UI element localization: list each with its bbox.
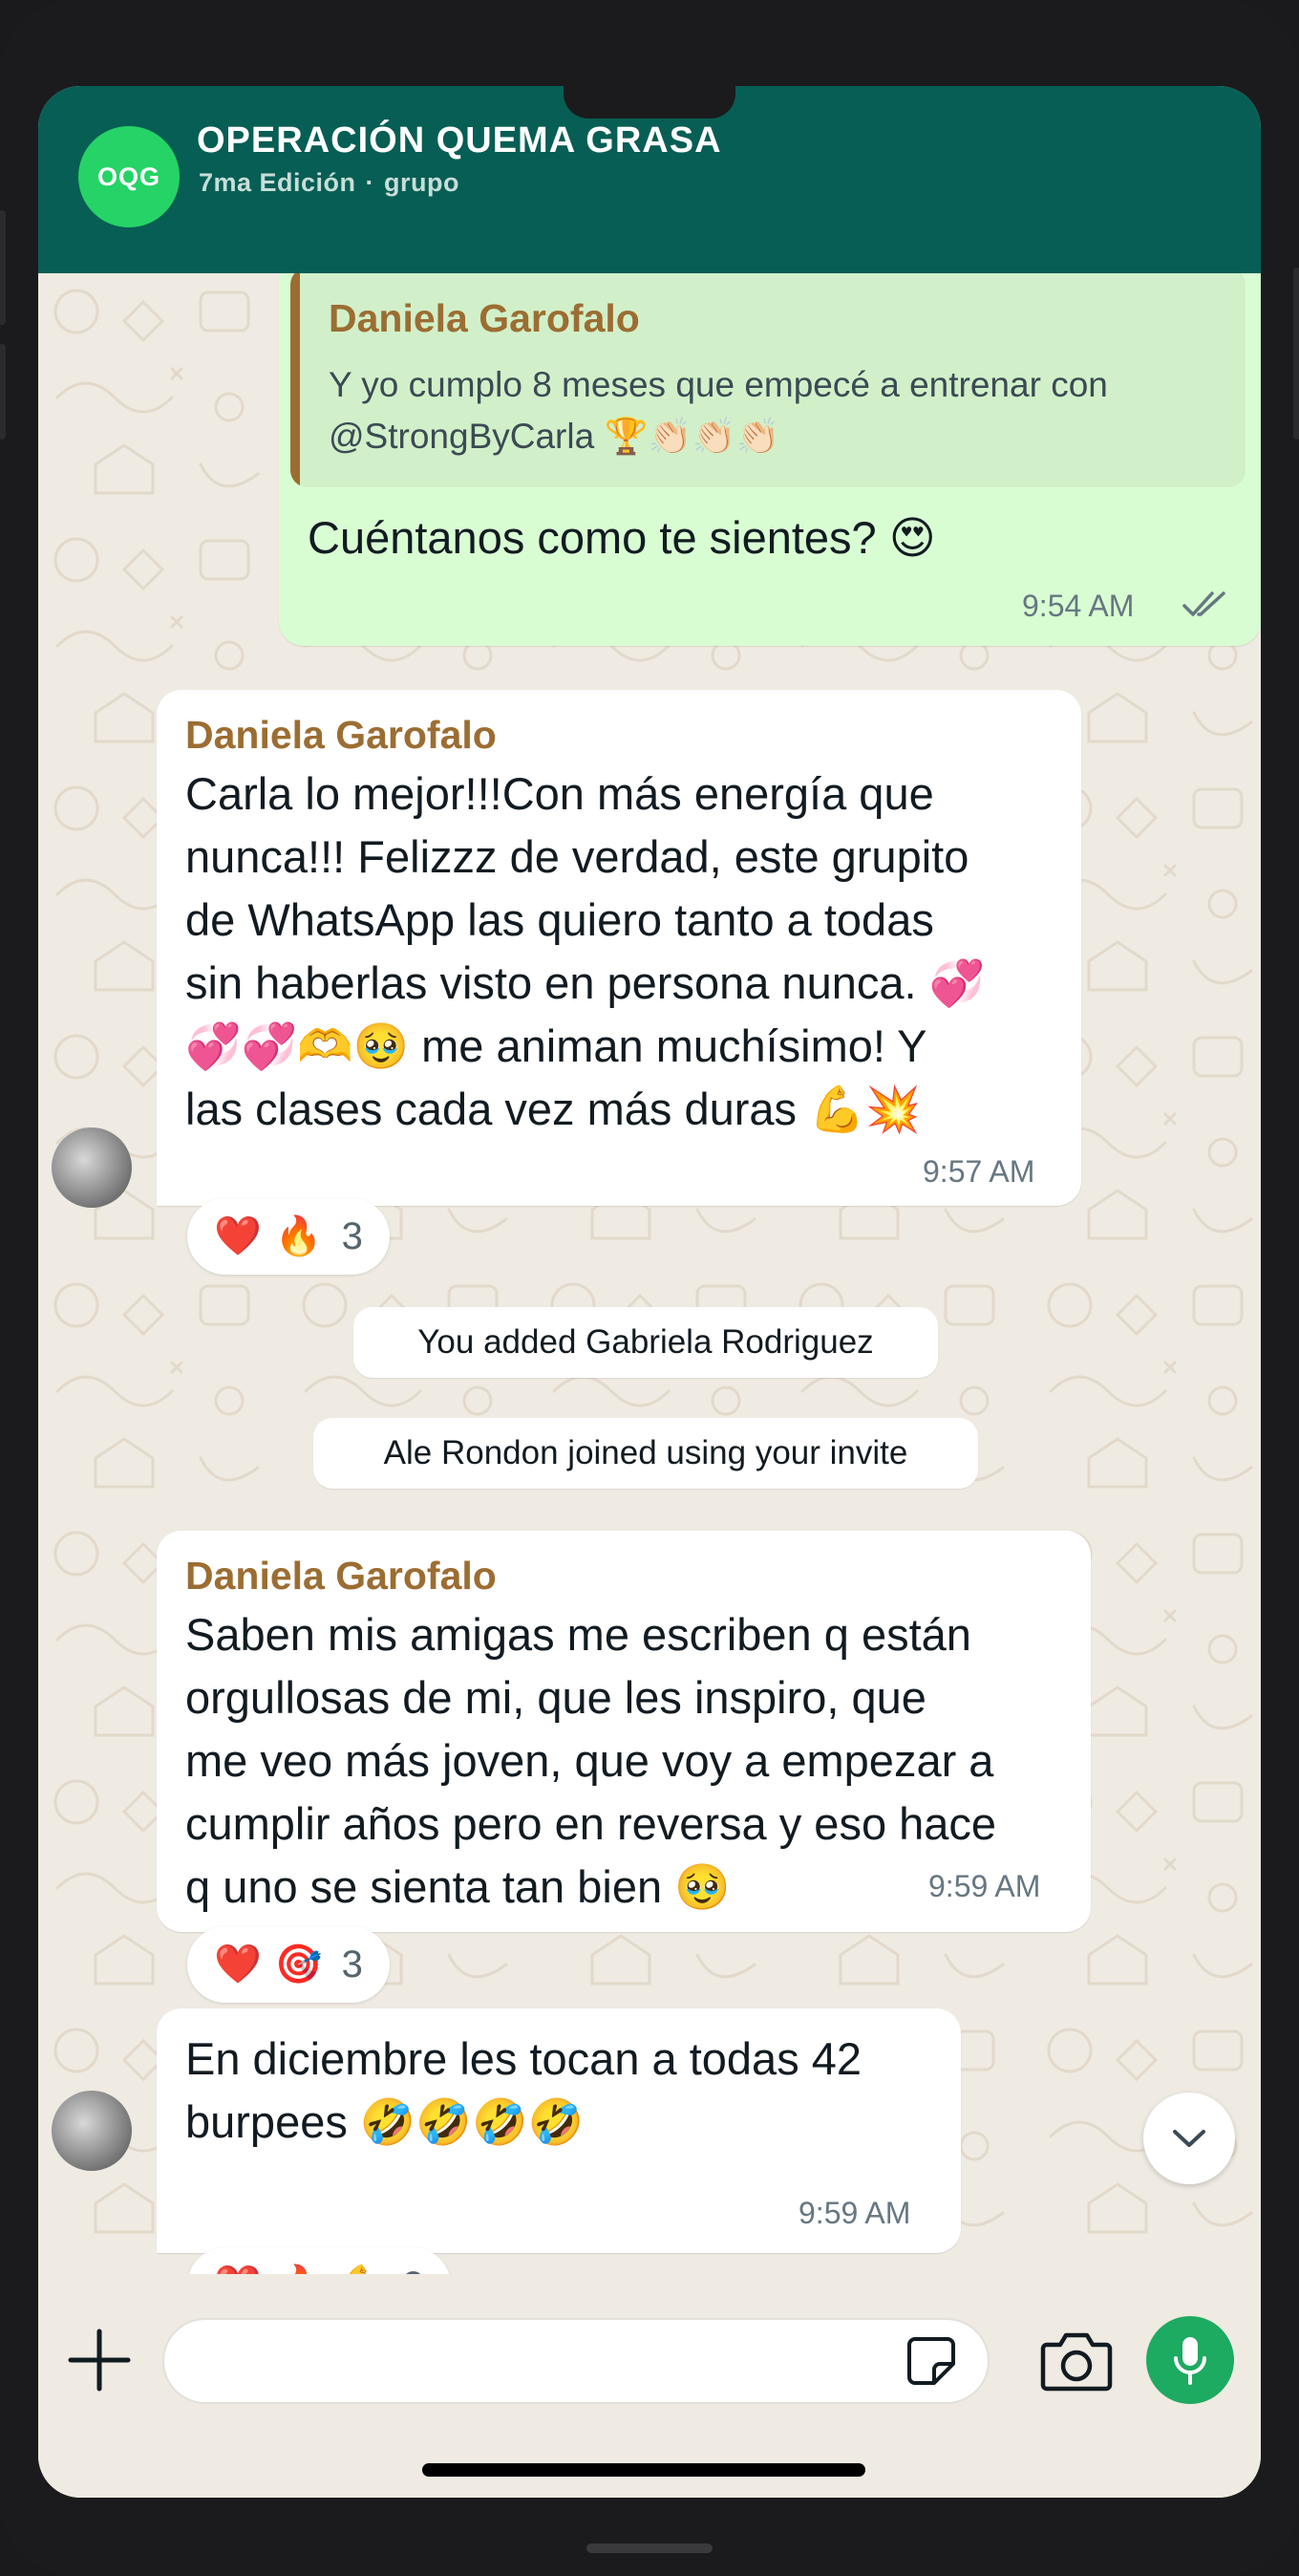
quote-text: Y yo cumplo 8 meses que empecé a entrena… [329,365,1108,456]
sticker-icon[interactable] [905,2335,957,2387]
subtitle-separator: · [365,168,375,197]
message-time: 9:54 AM [1022,589,1135,623]
composer-bar [38,2274,1261,2498]
reaction-heart: ❤️ [214,1215,262,1257]
scroll-to-bottom-button[interactable] [1143,2093,1235,2184]
member-avatar[interactable] [52,1127,132,1208]
member-avatar[interactable] [52,2091,132,2171]
reaction-target: 🎯 [274,1943,323,1986]
screen: OQG OPERACIÓN QUEMA GRASA 7ma Edición · gr… [38,86,1261,2498]
home-indicator[interactable] [422,2463,865,2477]
message-line: 💞💞🫶🥹 me animan muchísimo! Y [185,1020,927,1071]
quoted-message[interactable]: Daniela Garofalo Y yo cumplo 8 meses que… [290,268,1246,487]
outgoing-message[interactable]: Daniela Garofalo Y yo cumplo 8 meses que… [279,268,1261,646]
message-time: 9:57 AM [923,1154,1035,1189]
message-text: Carla lo mejor!!!Con más energía que nun… [185,762,1074,1141]
message-line: nunca!!! Felizzz de verdad, este grupito [185,831,969,882]
double-check-icon [1182,591,1225,616]
edition-label: 7ma Edición [199,168,356,197]
plus-icon[interactable] [63,2324,136,2396]
message-line: de WhatsApp las quiero tanto a todas [185,894,934,945]
message-time: 9:59 AM [928,1869,1041,1903]
message-input[interactable] [162,2318,990,2404]
group-type-label: grupo [384,168,460,197]
incoming-message[interactable]: Daniela Garofalo Carla lo mejor!!!Con má… [157,690,1081,1206]
reaction-fire: 🔥 [274,1215,323,1257]
side-button [0,344,6,440]
message-reactions[interactable]: ❤️ 🎯 3 [187,1926,390,2003]
reaction-count: 3 [341,1214,363,1257]
message-line: En diciembre les tocan a todas 42 [185,2033,862,2084]
phone-frame: OQG OPERACIÓN QUEMA GRASA 7ma Edición · gr… [0,0,1299,2576]
reaction-count: 3 [341,1943,363,1986]
microphone-icon [1174,2337,1206,2385]
system-notice: You added Gabriela Rodriguez [353,1307,938,1378]
group-avatar[interactable]: OQG [78,126,180,227]
message-text: En diciembre les tocan a todas 42 burpee… [185,2028,949,2154]
message-time: 9:59 AM [799,2196,911,2230]
group-subtitle: 7ma Edición · grupo [199,168,459,198]
message-line: Carla lo mejor!!!Con más energía que [185,768,934,819]
side-button [0,210,6,325]
phone-bottom-indicator [586,2544,713,2553]
quote-sender: Daniela Garofalo [329,296,640,340]
message-text: Cuéntanos como te sientes? 😍 [308,512,936,563]
group-title[interactable]: OPERACIÓN QUEMA GRASA [197,120,722,161]
quote-bar [290,268,300,487]
message-reactions[interactable]: ❤️ 🔥 3 [187,1198,390,1275]
system-notice: Ale Rondon joined using your invite [313,1418,978,1489]
sender-name[interactable]: Daniela Garofalo [185,713,497,758]
message-line: me veo más joven, que voy a empezar a [185,1735,994,1786]
message-line: Saben mis amigas me escriben q están [185,1609,971,1660]
chevron-down-icon [1173,2130,1205,2147]
message-line: orgullosas de mi, que les inspiro, que [185,1672,926,1723]
reaction-heart: ❤️ [214,1943,262,1986]
incoming-message[interactable]: En diciembre les tocan a todas 42 burpee… [157,2008,961,2253]
power-button [1293,268,1299,440]
camera-icon[interactable] [1039,2329,1114,2393]
sender-name[interactable]: Daniela Garofalo [185,1554,497,1599]
message-line: burpees 🤣🤣🤣🤣 [185,2096,584,2147]
camera-notch [564,86,735,118]
incoming-message[interactable]: Daniela Garofalo Saben mis amigas me esc… [157,1531,1091,1932]
message-line: sin haberlas visto en persona nunca. 💞 [185,957,986,1008]
message-line: las clases cada vez más duras 💪💥 [185,1084,922,1134]
message-line: cumplir años pero en reversa y eso hace [185,1798,997,1849]
microphone-button[interactable] [1146,2316,1234,2404]
